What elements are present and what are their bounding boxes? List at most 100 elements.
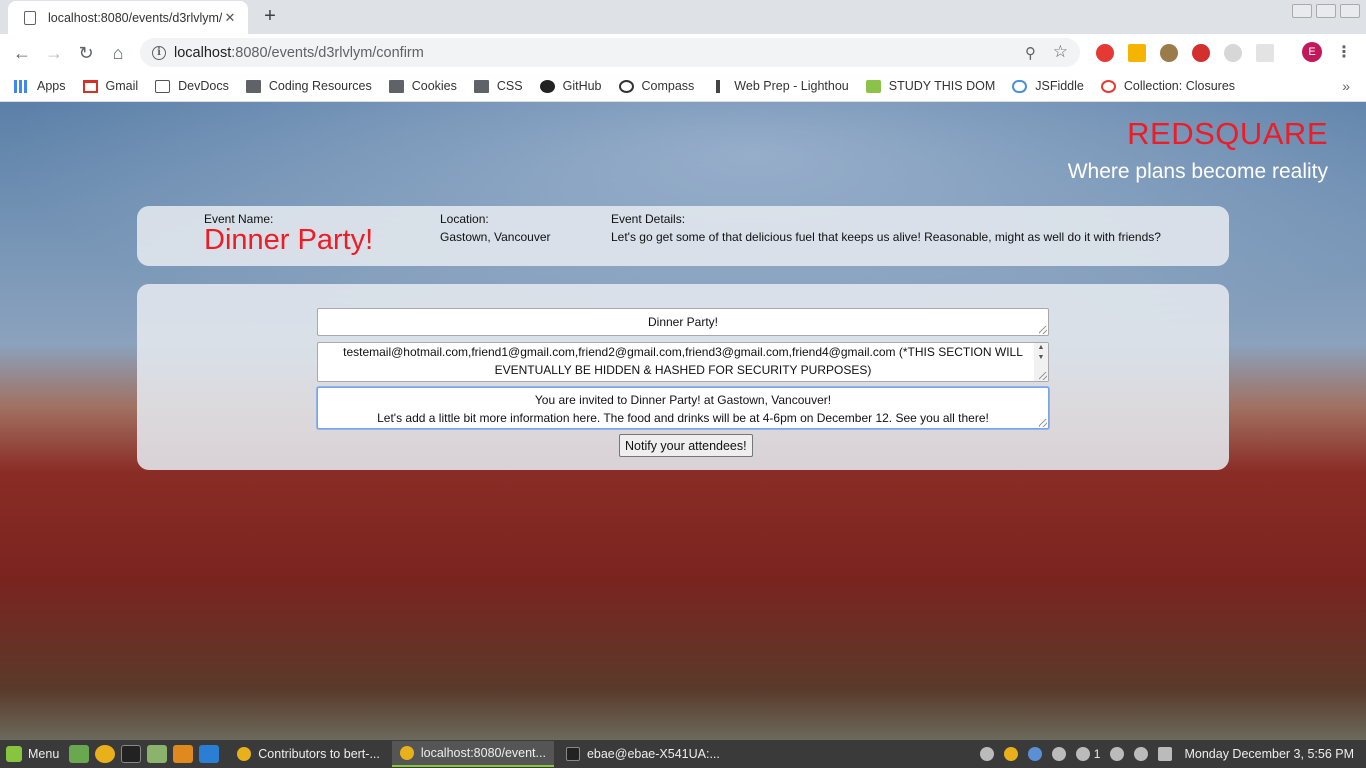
terminal-launcher-icon[interactable] [121,745,142,763]
url-host: localhost [174,44,232,61]
bookmark-cookies[interactable]: Cookies [388,79,457,93]
notification-icon[interactable] [1075,747,1090,761]
owl-extension-icon[interactable] [1160,44,1178,62]
folder-icon [388,79,404,93]
site-tagline: Where plans become reality [1067,160,1328,183]
taskbar-window-localhost[interactable]: localhost:8080/event... [391,741,554,767]
bookmark-label: Gmail [105,79,139,93]
bookmark-label: GitHub [562,79,602,93]
chrome-tray-icon[interactable] [1003,747,1018,761]
message-line-2: Let's add a little bit more information … [377,411,989,425]
collection-icon [1100,79,1116,93]
bookmark-compass[interactable]: Compass [618,79,694,93]
site-logo[interactable]: REDSQUARE [1068,116,1328,152]
bookmark-star-icon[interactable]: ☆ [1053,42,1068,62]
profile-avatar[interactable]: E [1302,42,1322,62]
folder-icon [473,79,489,93]
bookmark-jsfiddle[interactable]: JSFiddle [1012,79,1084,93]
tab-strip: localhost:8080/events/d3rlvlym/confirm ✕… [0,0,1366,34]
menu-label: Menu [28,747,60,761]
bookmark-label: Collection: Closures [1123,79,1236,93]
invite-message-field[interactable]: You are invited to Dinner Party! at Gast… [317,387,1049,429]
system-tray: 1 Monday December 3, 5:56 PM [979,740,1366,768]
brand-header: REDSQUARE Where plans become reality [1068,116,1328,184]
bookmark-label: JSFiddle [1035,79,1084,93]
adblock-plus-icon[interactable] [1192,44,1210,62]
bookmark-apps[interactable]: Apps [14,79,66,93]
bookmark-label: Coding Resources [268,79,372,93]
bookmark-study-dom[interactable]: STUDY THIS DOM [865,79,996,93]
bookmark-devdocs[interactable]: DevDocs [155,79,229,93]
page-viewport: REDSQUARE Where plans become reality Eve… [0,102,1366,740]
bookmarks-bar: Apps Gmail DevDocs Coding Resources Cook… [0,71,1366,102]
menu-kebab-icon[interactable]: ⋮ [1336,42,1352,62]
settings-tray-icon[interactable] [979,747,994,761]
shield-tray-icon[interactable] [1027,747,1042,761]
devdocs-icon [155,79,171,93]
reload-button[interactable]: ↻ [74,41,98,65]
opera-extension-icon[interactable] [1096,44,1114,62]
battery-icon[interactable] [1158,747,1173,761]
bookmark-css[interactable]: CSS [473,79,523,93]
chrome-launcher-icon[interactable] [95,745,116,763]
new-tab-button[interactable]: + [259,5,281,27]
notify-form-card: Dinner Party! testemail@hotmail.com,frie… [137,284,1229,470]
attendee-emails-field[interactable]: testemail@hotmail.com,friend1@gmail.com,… [317,342,1049,382]
minimize-button[interactable] [1292,4,1312,18]
resize-handle-icon[interactable] [1039,326,1047,334]
bookmark-label: Apps [37,79,66,93]
close-window-button[interactable] [1340,4,1360,18]
mint-logo-icon [6,746,22,762]
notify-attendees-button[interactable]: Notify your attendees! [619,434,753,457]
sublime-launcher-icon[interactable] [173,745,194,763]
site-info-icon[interactable]: i [152,45,166,60]
bluetooth-icon[interactable] [1051,747,1066,761]
compass-icon [618,79,634,93]
event-details-label: Event Details: [611,212,686,226]
gmail-icon [82,79,98,93]
bookmark-label: STUDY THIS DOM [888,79,996,93]
url-text: localhost:8080/events/d3rlvlym/confirm [174,45,424,61]
back-button[interactable]: ← [10,41,34,65]
notification-count: 1 [1093,747,1101,761]
bookmark-gmail[interactable]: Gmail [82,79,139,93]
event-title-text: Dinner Party! [647,315,719,329]
clock[interactable]: Monday December 3, 5:56 PM [1184,747,1354,761]
bookmark-coding-resources[interactable]: Coding Resources [245,79,372,93]
bookmark-label: CSS [496,79,523,93]
home-button[interactable]: ⌂ [106,41,130,65]
event-name: Dinner Party! [204,224,374,256]
resize-handle-icon[interactable] [1039,419,1047,427]
forward-button[interactable]: → [42,41,66,65]
taskbar-window-terminal[interactable]: ebae@ebae-X541UA:... [558,741,723,767]
start-menu-button[interactable]: Menu [0,746,69,762]
wifi-icon[interactable] [1134,747,1149,761]
files-launcher-icon[interactable] [147,745,168,763]
vscode-launcher-icon[interactable] [199,745,220,763]
event-details-card: Event Name: Dinner Party! Location: Gast… [137,206,1229,266]
location-value: Gastown, Vancouver [440,230,551,244]
location-label: Location: [440,212,489,226]
bookmarks-overflow-icon[interactable]: » [1342,78,1350,94]
restore-button[interactable] [1316,4,1336,18]
bookmark-label: Web Prep - Lighthou [734,79,849,93]
extension-icon[interactable] [1256,44,1274,62]
resize-handle-icon[interactable] [1039,372,1047,380]
attendee-emails-text: testemail@hotmail.com,friend1@gmail.com,… [343,345,1023,377]
event-title-field[interactable]: Dinner Party! [317,308,1049,336]
chrome-icon [399,746,414,760]
user-icon[interactable] [1110,747,1125,761]
bookmark-collection-closures[interactable]: Collection: Closures [1100,79,1236,93]
zoom-icon[interactable]: ⚲ [1025,44,1036,62]
bookmark-web-prep[interactable]: Web Prep - Lighthou [711,79,849,93]
taskbar-window-contributors[interactable]: Contributors to bert-... [229,741,388,767]
address-bar[interactable]: i localhost:8080/events/d3rlvlym/confirm… [140,38,1080,67]
bookmark-github[interactable]: GitHub [539,79,602,93]
browser-tab-active[interactable]: localhost:8080/events/d3rlvlym/confirm ✕ [8,1,248,34]
close-tab-icon[interactable]: ✕ [222,10,238,26]
extension-icon[interactable] [1224,44,1242,62]
tab-title: localhost:8080/events/d3rlvlym/confirm [48,10,222,25]
jsfiddle-icon [1012,79,1028,93]
js-extension-icon[interactable] [1128,44,1146,62]
desktop-launcher-icon[interactable] [69,745,90,763]
